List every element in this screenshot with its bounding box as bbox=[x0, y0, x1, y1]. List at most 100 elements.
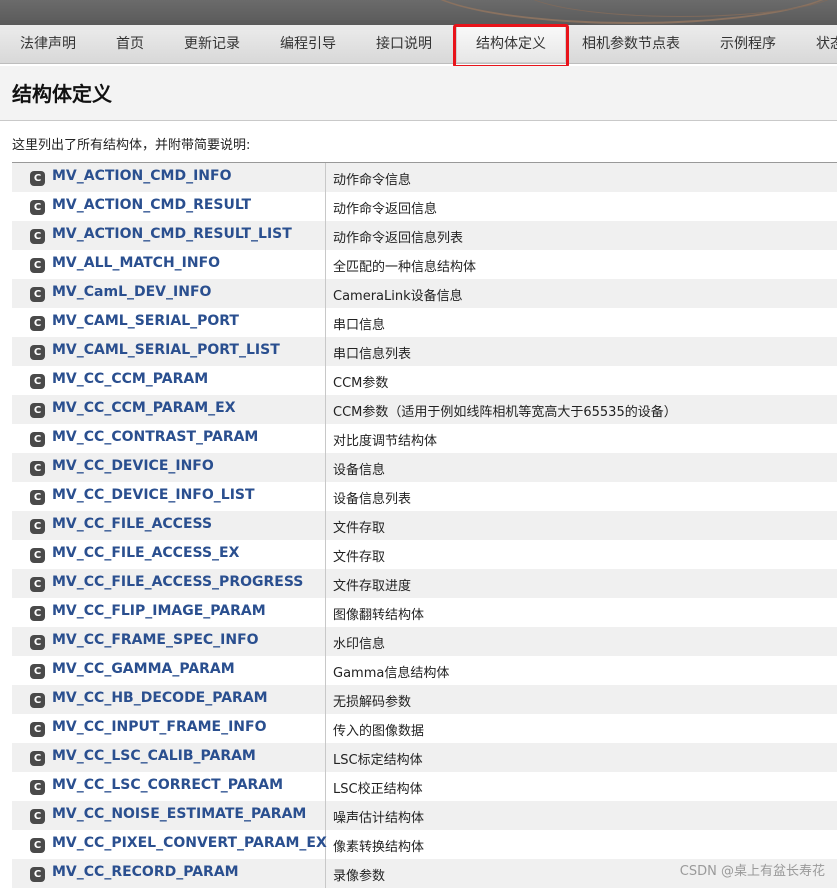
class-c-icon: C bbox=[30, 780, 45, 795]
struct-link[interactable]: MV_ACTION_CMD_INFO bbox=[52, 168, 231, 184]
class-c-icon: C bbox=[30, 287, 45, 302]
struct-link[interactable]: MV_CC_FLIP_IMAGE_PARAM bbox=[52, 603, 266, 619]
struct-link[interactable]: MV_ACTION_CMD_RESULT_LIST bbox=[52, 226, 292, 242]
struct-link[interactable]: MV_ACTION_CMD_RESULT bbox=[52, 197, 251, 213]
table-row: C MV_CC_LSC_CORRECT_PARAM LSC校正结构体 bbox=[12, 772, 837, 801]
struct-name-cell: C MV_ACTION_CMD_RESULT bbox=[12, 192, 326, 221]
struct-link[interactable]: MV_CC_CCM_PARAM bbox=[52, 371, 208, 387]
top-banner bbox=[0, 0, 837, 25]
class-c-icon: C bbox=[30, 490, 45, 505]
struct-name-cell: C MV_CAML_SERIAL_PORT_LIST bbox=[12, 337, 326, 366]
struct-description: 全匹配的一种信息结构体 bbox=[333, 260, 477, 275]
struct-name-cell: C MV_CC_FILE_ACCESS_EX bbox=[12, 540, 326, 569]
class-c-icon: C bbox=[30, 751, 45, 766]
struct-link[interactable]: MV_CC_CONTRAST_PARAM bbox=[52, 429, 258, 445]
struct-link[interactable]: MV_CC_FRAME_SPEC_INFO bbox=[52, 632, 259, 648]
struct-description: 动作命令返回信息列表 bbox=[333, 231, 464, 246]
struct-link[interactable]: MV_CAML_SERIAL_PORT_LIST bbox=[52, 342, 280, 358]
struct-name-cell: C MV_CC_CONTRAST_PARAM bbox=[12, 424, 326, 453]
table-row: C MV_CC_FILE_ACCESS 文件存取 bbox=[12, 511, 837, 540]
struct-link[interactable]: MV_CC_DEVICE_INFO bbox=[52, 458, 214, 474]
table-row: C MV_CC_FRAME_SPEC_INFO 水印信息 bbox=[12, 627, 837, 656]
struct-link[interactable]: MV_CC_HB_DECODE_PARAM bbox=[52, 690, 268, 706]
struct-link[interactable]: MV_CC_GAMMA_PARAM bbox=[52, 661, 235, 677]
struct-description: CCM参数（适用于例如线阵相机等宽高大于65535的设备） bbox=[333, 405, 677, 420]
table-row: C MV_CC_FLIP_IMAGE_PARAM 图像翻转结构体 bbox=[12, 598, 837, 627]
struct-link[interactable]: MV_CC_FILE_ACCESS_PROGRESS bbox=[52, 574, 303, 590]
struct-description: 像素转换结构体 bbox=[333, 840, 425, 855]
page-header: 结构体定义 bbox=[0, 66, 837, 121]
struct-name-cell: C MV_CC_HB_DECODE_PARAM bbox=[12, 685, 326, 714]
class-c-icon: C bbox=[30, 838, 45, 853]
struct-name-cell: C MV_ACTION_CMD_RESULT_LIST bbox=[12, 221, 326, 250]
tab-structs[interactable]: 结构体定义 bbox=[456, 25, 566, 63]
class-c-icon: C bbox=[30, 200, 45, 215]
class-c-icon: C bbox=[30, 519, 45, 534]
class-c-icon: C bbox=[30, 403, 45, 418]
struct-description: Gamma信息结构体 bbox=[333, 666, 450, 681]
class-c-icon: C bbox=[30, 432, 45, 447]
table-row: C MV_CC_CCM_PARAM CCM参数 bbox=[12, 366, 837, 395]
struct-link[interactable]: MV_ALL_MATCH_INFO bbox=[52, 255, 220, 271]
tab-examples[interactable]: 示例程序 bbox=[720, 25, 776, 63]
table-row: C MV_CC_FILE_ACCESS_EX 文件存取 bbox=[12, 540, 837, 569]
struct-description: 文件存取 bbox=[333, 521, 386, 536]
table-row: C MV_CC_GAMMA_PARAM Gamma信息结构体 bbox=[12, 656, 837, 685]
tab-api[interactable]: 接口说明 bbox=[376, 25, 432, 63]
tab-camera-params[interactable]: 相机参数节点表 bbox=[582, 25, 680, 63]
struct-link[interactable]: MV_CC_INPUT_FRAME_INFO bbox=[52, 719, 266, 735]
tab-changelog[interactable]: 更新记录 bbox=[184, 25, 240, 63]
tab-status[interactable]: 状态 bbox=[816, 25, 837, 63]
struct-description: 噪声估计结构体 bbox=[333, 811, 425, 826]
struct-description: 设备信息列表 bbox=[333, 492, 412, 507]
struct-description: LSC标定结构体 bbox=[333, 753, 423, 768]
table-row: C MV_CC_DEVICE_INFO 设备信息 bbox=[12, 453, 837, 482]
tab-home[interactable]: 首页 bbox=[116, 25, 144, 63]
table-row: C MV_CC_NOISE_ESTIMATE_PARAM 噪声估计结构体 bbox=[12, 801, 837, 830]
struct-link[interactable]: MV_CC_DEVICE_INFO_LIST bbox=[52, 487, 255, 503]
struct-description: 文件存取进度 bbox=[333, 579, 412, 594]
class-c-icon: C bbox=[30, 577, 45, 592]
table-row: C MV_CC_FILE_ACCESS_PROGRESS 文件存取进度 bbox=[12, 569, 837, 598]
struct-link[interactable]: MV_CC_RECORD_PARAM bbox=[52, 864, 239, 880]
struct-description: CameraLink设备信息 bbox=[333, 289, 463, 304]
struct-link[interactable]: MV_CC_LSC_CORRECT_PARAM bbox=[52, 777, 283, 793]
struct-name-cell: C MV_CC_NOISE_ESTIMATE_PARAM bbox=[12, 801, 326, 830]
struct-name-cell: C MV_CC_DEVICE_INFO_LIST bbox=[12, 482, 326, 511]
table-row: C MV_CamL_DEV_INFO CameraLink设备信息 bbox=[12, 279, 837, 308]
tab-legal[interactable]: 法律声明 bbox=[20, 25, 76, 63]
struct-description: CCM参数 bbox=[333, 376, 389, 391]
struct-name-cell: C MV_CC_FILE_ACCESS bbox=[12, 511, 326, 540]
struct-link[interactable]: MV_CC_NOISE_ESTIMATE_PARAM bbox=[52, 806, 306, 822]
table-row: C MV_CAML_SERIAL_PORT 串口信息 bbox=[12, 308, 837, 337]
struct-link[interactable]: MV_CC_LSC_CALIB_PARAM bbox=[52, 748, 256, 764]
struct-link[interactable]: MV_CAML_SERIAL_PORT bbox=[52, 313, 239, 329]
struct-link[interactable]: MV_CC_FILE_ACCESS_EX bbox=[52, 545, 239, 561]
class-c-icon: C bbox=[30, 664, 45, 679]
struct-link[interactable]: MV_CC_FILE_ACCESS bbox=[52, 516, 212, 532]
struct-description: 水印信息 bbox=[333, 637, 386, 652]
struct-description: 设备信息 bbox=[333, 463, 386, 478]
struct-link[interactable]: MV_CC_PIXEL_CONVERT_PARAM_EX bbox=[52, 835, 327, 851]
struct-name-cell: C MV_CC_RECORD_PARAM bbox=[12, 859, 326, 888]
class-c-icon: C bbox=[30, 693, 45, 708]
intro-text: 这里列出了所有结构体，并附带简要说明: bbox=[12, 138, 251, 153]
struct-name-cell: C MV_CamL_DEV_INFO bbox=[12, 279, 326, 308]
tab-programming-guide[interactable]: 编程引导 bbox=[280, 25, 336, 63]
struct-name-cell: C MV_ALL_MATCH_INFO bbox=[12, 250, 326, 279]
struct-name-cell: C MV_CC_FRAME_SPEC_INFO bbox=[12, 627, 326, 656]
watermark: CSDN @桌上有盆长寿花 bbox=[679, 864, 825, 879]
struct-name-cell: C MV_CC_LSC_CALIB_PARAM bbox=[12, 743, 326, 772]
struct-name-cell: C MV_CC_FILE_ACCESS_PROGRESS bbox=[12, 569, 326, 598]
table-row: C MV_ACTION_CMD_INFO 动作命令信息 bbox=[12, 163, 837, 192]
table-row: C MV_ACTION_CMD_RESULT_LIST 动作命令返回信息列表 bbox=[12, 221, 837, 250]
struct-link[interactable]: MV_CC_CCM_PARAM_EX bbox=[52, 400, 236, 416]
table-row: C MV_CC_CCM_PARAM_EX CCM参数（适用于例如线阵相机等宽高大于6… bbox=[12, 395, 837, 424]
struct-name-cell: C MV_CC_PIXEL_CONVERT_PARAM_EX bbox=[12, 830, 327, 859]
struct-table: C MV_ACTION_CMD_INFO 动作命令信息 C MV_ACTION_CMD_… bbox=[12, 163, 837, 888]
table-row: C MV_CC_HB_DECODE_PARAM 无损解码参数 bbox=[12, 685, 837, 714]
table-row: C MV_CC_LSC_CALIB_PARAM LSC标定结构体 bbox=[12, 743, 837, 772]
struct-description: LSC校正结构体 bbox=[333, 782, 423, 797]
struct-link[interactable]: MV_CamL_DEV_INFO bbox=[52, 284, 211, 300]
struct-description: 动作命令信息 bbox=[333, 173, 412, 188]
